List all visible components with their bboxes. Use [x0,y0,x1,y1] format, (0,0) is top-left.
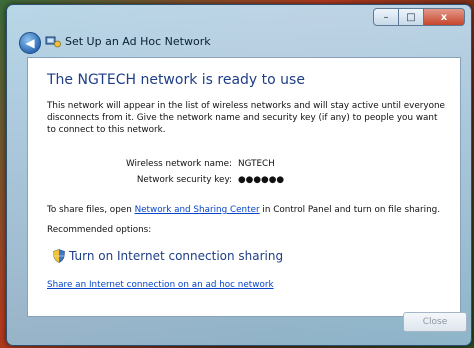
internet-connection-sharing-option[interactable]: Turn on Internet connection sharing [69,249,283,263]
share-prefix: To share files, open [47,205,135,215]
minimize-button[interactable]: – [373,8,399,26]
back-arrow-icon[interactable]: ◀ [19,32,41,54]
network-info: Wireless network name: NGTECH Network se… [112,156,284,188]
close-button[interactable]: Close [403,312,467,332]
recommended-options-label: Recommended options: [47,225,152,235]
page-heading: The NGTECH network is ready to use [47,72,305,88]
network-name-value: NGTECH [238,159,275,169]
share-adhoc-connection-link[interactable]: Share an Internet connection on an ad ho… [47,280,274,290]
maximize-button[interactable]: □ [399,8,424,26]
network-wizard-icon [45,36,61,48]
description-text: This network will appear in the list of … [47,101,445,135]
share-files-text: To share files, open Network and Sharing… [47,205,440,215]
uac-shield-icon [53,249,65,263]
wizard-content: The NGTECH network is ready to use This … [27,57,461,317]
security-key-value: ●●●●●● [238,175,285,185]
share-suffix: in Control Panel and turn on file sharin… [259,205,441,215]
security-key-row: Network security key: ●●●●●● [112,172,284,188]
wizard-window: – □ x ◀ Set Up an Ad Hoc Network The NGT… [6,4,472,346]
window-title: Set Up an Ad Hoc Network [65,35,211,48]
security-key-label: Network security key: [136,175,232,185]
close-window-button[interactable]: x [424,8,465,26]
network-sharing-center-link[interactable]: Network and Sharing Center [135,205,260,215]
network-name-label: Wireless network name: [125,159,232,169]
window-controls: – □ x [373,8,465,26]
network-name-row: Wireless network name: NGTECH [112,156,284,172]
